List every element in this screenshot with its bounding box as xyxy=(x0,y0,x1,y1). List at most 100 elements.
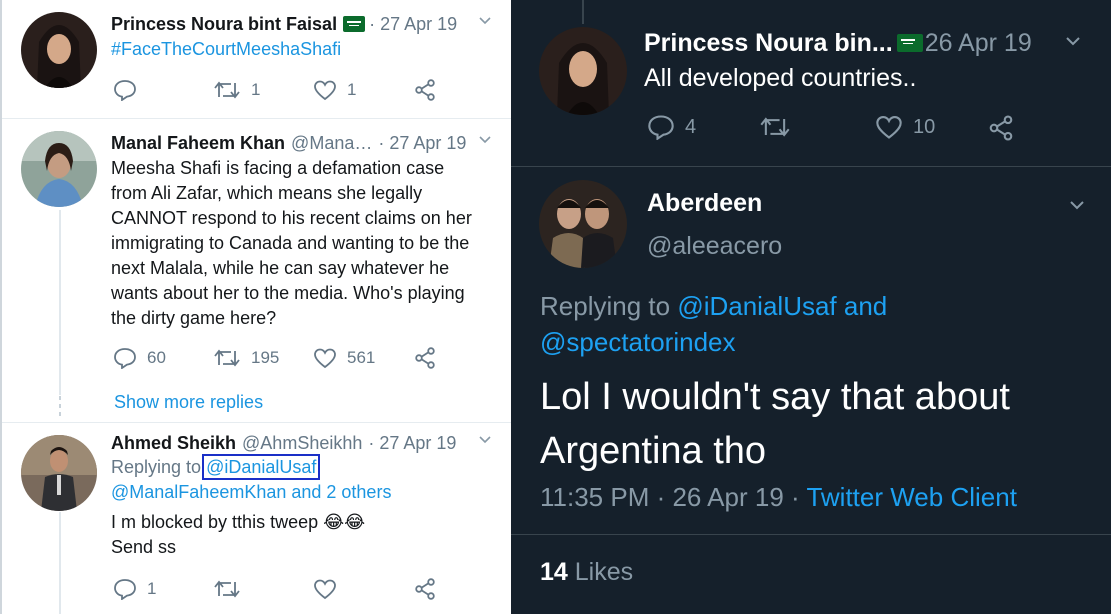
author-handle[interactable]: @AhmSheikhh xyxy=(242,431,362,455)
author-name[interactable]: Princess Noura bint Faisal xyxy=(111,12,337,36)
reply-and-label: and xyxy=(843,291,888,321)
reply-button[interactable]: 4 xyxy=(647,114,696,140)
tweet-actions: 1 xyxy=(113,577,493,601)
reply-icon xyxy=(648,115,674,140)
avatar[interactable] xyxy=(21,12,97,88)
chevron-down-icon[interactable] xyxy=(479,14,491,26)
tweet-date[interactable]: 26 Apr 19 xyxy=(925,29,1032,58)
share-button[interactable] xyxy=(413,78,437,102)
likes-label: Likes xyxy=(574,558,634,586)
tweet-text-line: immigrating to Canada and wanting to be … xyxy=(111,233,470,253)
thread-dots xyxy=(59,412,61,416)
share-button[interactable] xyxy=(987,114,1015,142)
retweet-button[interactable] xyxy=(759,114,801,140)
avatar[interactable] xyxy=(539,180,627,268)
tweet-client-link[interactable]: Twitter Web Client xyxy=(806,482,1016,512)
reply-icon xyxy=(114,80,136,101)
replying-to: Replying to @iDanialUsaf xyxy=(111,454,497,480)
tweet[interactable]: Manal Faheem Khan @Mana… · 27 Apr 19 Mee… xyxy=(2,119,511,385)
right-panel: Princess Noura bin... 26 Apr 19 All deve… xyxy=(511,0,1111,614)
tweet-text: Meesha Shafi is facing a defamation case… xyxy=(111,156,497,331)
author-name[interactable]: Princess Noura bin... xyxy=(644,29,893,58)
saudi-flag-icon xyxy=(343,16,366,32)
reply-mention-link[interactable]: @iDanialUsaf xyxy=(202,454,321,480)
share-button[interactable] xyxy=(413,577,437,601)
reply-mention-link[interactable]: @spectatorindex xyxy=(540,327,736,357)
share-icon xyxy=(415,347,435,369)
chevron-down-icon[interactable] xyxy=(1069,198,1085,212)
retweet-button[interactable]: 1 xyxy=(213,79,260,101)
tweet-actions: 4 10 xyxy=(647,114,1067,144)
tweet-meta: 11:35 PM · 26 Apr 19 · Twitter Web Clien… xyxy=(540,482,1017,513)
author-handle[interactable]: @Mana… xyxy=(291,131,372,155)
retweet-icon xyxy=(214,580,240,598)
tweet[interactable]: Ahmed Sheikh @AhmSheikhh · 27 Apr 19 Rep… xyxy=(2,423,511,614)
retweet-button[interactable]: 195 xyxy=(213,347,279,369)
tweet-actions: 60 195 561 xyxy=(113,346,493,370)
tweet-actions: 1 1 xyxy=(113,78,493,102)
likes-stat[interactable]: 14 Likes xyxy=(540,558,633,587)
avatar[interactable] xyxy=(21,131,97,207)
reply-button[interactable]: 1 xyxy=(113,578,156,600)
like-icon xyxy=(314,80,336,101)
avatar[interactable] xyxy=(539,27,627,115)
tweet-date[interactable]: · 27 Apr 19 xyxy=(378,131,466,155)
reply-count: 4 xyxy=(685,115,697,138)
tweet-text: All developed countries.. xyxy=(644,64,917,92)
like-button[interactable]: 1 xyxy=(313,79,356,101)
thread-dots xyxy=(59,404,61,408)
hashtag-link[interactable]: #FaceTheCourtMeeshaShafi xyxy=(111,37,497,62)
tweet-date[interactable]: · 27 Apr 19 xyxy=(368,431,456,455)
left-panel: Princess Noura bint Faisal · 27 Apr 19 #… xyxy=(0,0,511,614)
retweet-icon xyxy=(760,117,790,137)
author-name[interactable]: Aberdeen xyxy=(647,189,762,218)
saudi-flag-icon xyxy=(896,34,923,52)
chevron-down-icon[interactable] xyxy=(1065,34,1081,48)
tweet-date[interactable]: · 27 Apr 19 xyxy=(369,12,457,36)
divider xyxy=(511,166,1111,167)
reply-mention-link[interactable]: @iDanialUsaf xyxy=(677,291,836,321)
like-icon xyxy=(314,579,336,600)
chevron-down-icon[interactable] xyxy=(479,433,491,445)
tweet-text-line: wants about her to the media. Who's play… xyxy=(111,283,465,303)
reply-icon xyxy=(114,348,136,369)
thread-dots xyxy=(59,396,61,400)
retweet-button[interactable] xyxy=(213,578,251,600)
tweet-header: Princess Noura bint Faisal · 27 Apr 19 xyxy=(111,12,497,36)
like-count: 1 xyxy=(347,80,357,99)
share-icon xyxy=(415,79,435,101)
tweet-text: Lol I wouldn't say that about Argentina … xyxy=(540,370,1010,478)
retweet-icon xyxy=(214,81,240,99)
like-button[interactable] xyxy=(313,578,347,600)
author-handle[interactable]: @aleeacero xyxy=(647,232,782,261)
reply-count: 60 xyxy=(147,348,166,367)
tweet-timestamp[interactable]: 11:35 PM · 26 Apr 19 · xyxy=(540,482,800,512)
retweet-count: 1 xyxy=(251,80,261,99)
share-button[interactable] xyxy=(413,346,437,370)
reply-mentions-link[interactable]: @ManalFaheemKhan and 2 others xyxy=(111,480,497,505)
author-name[interactable]: Ahmed Sheikh xyxy=(111,431,236,455)
likes-count: 14 xyxy=(540,558,568,586)
author-name[interactable]: Manal Faheem Khan xyxy=(111,131,285,155)
like-button[interactable]: 561 xyxy=(313,347,375,369)
replying-to: Replying to @iDanialUsaf and @spectatori… xyxy=(540,288,1100,360)
chevron-down-icon[interactable] xyxy=(479,133,491,145)
tweet-header: Manal Faheem Khan @Mana… · 27 Apr 19 xyxy=(111,131,497,155)
share-icon xyxy=(415,578,435,600)
reply-button[interactable]: 60 xyxy=(113,347,166,369)
tweet-text-line: Lol I wouldn't say that about xyxy=(540,376,1010,418)
thread-line xyxy=(582,0,584,24)
reply-button[interactable] xyxy=(113,79,147,101)
tweet-text-line: the dirty game here? xyxy=(111,308,277,328)
tweet-text-line: CANNOT respond to his recent claims on h… xyxy=(111,208,472,228)
avatar[interactable] xyxy=(21,435,97,511)
like-icon xyxy=(876,116,902,139)
show-more-replies-link[interactable]: Show more replies xyxy=(114,392,263,413)
tweet[interactable]: Princess Noura bint Faisal · 27 Apr 19 #… xyxy=(2,0,511,118)
share-icon xyxy=(989,115,1013,141)
like-button[interactable]: 10 xyxy=(875,114,935,140)
retweet-icon xyxy=(214,349,240,367)
like-count: 561 xyxy=(347,348,376,367)
reply-icon xyxy=(114,579,136,600)
reply-count: 1 xyxy=(147,579,157,598)
